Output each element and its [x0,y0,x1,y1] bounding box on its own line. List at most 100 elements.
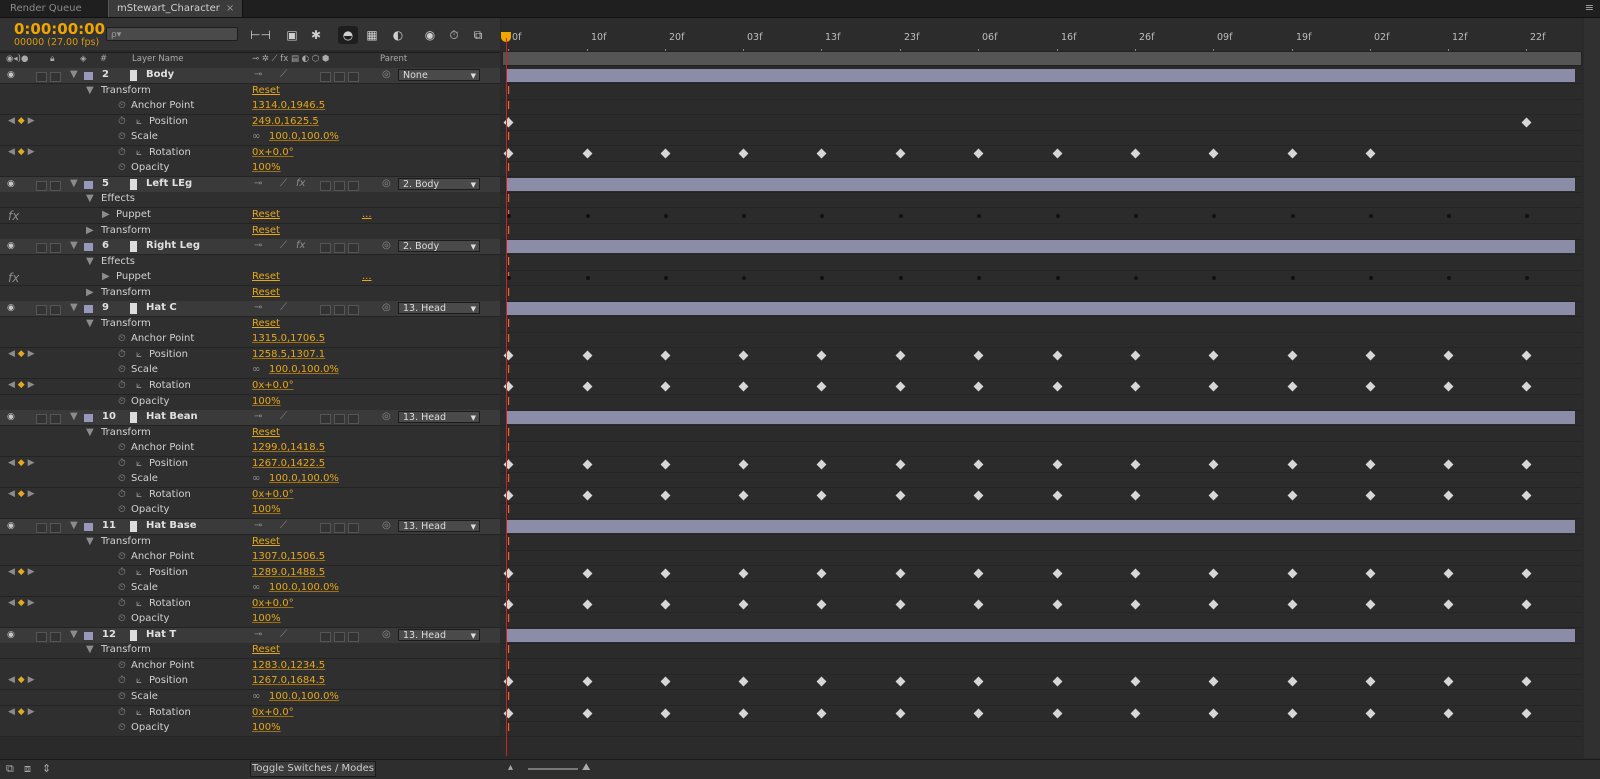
layer-duration-bar[interactable] [507,178,1575,191]
column-layer-name[interactable]: Layer Name [132,54,183,64]
keyframe-navigator[interactable]: ◀ ◆ ▶ [8,380,35,390]
keyframe-diamond[interactable] [1365,568,1376,579]
prev-keyframe-icon[interactable]: ◀ [8,567,15,577]
keyframe-diamond[interactable] [660,459,671,470]
layer-row[interactable]: ◉ ▼ 6 Right Leg ⊸ ⟋ fx ◎ 2. Body ▼ [0,239,500,255]
stopwatch-icon[interactable]: ⏲ [118,613,126,624]
hide-shy-layers-icon[interactable]: ✱ [306,26,326,44]
puppet-keyframe-marker[interactable] [1525,214,1529,218]
layer-row[interactable]: ◉ ▼ 10 Hat Bean ⊸ ⟋ ◎ 13. Head ▼ [0,410,500,426]
pick-whip-icon[interactable]: ◎ [382,302,391,313]
stopwatch-icon[interactable]: ⏲ [118,100,126,111]
expand-triangle-icon[interactable]: ▼ [86,536,94,547]
layer-row[interactable]: ◉ ▼ 12 Hat T ⊸ ⟋ ◎ 13. Head ▼ [0,628,500,644]
vertical-scrollbar[interactable] [1584,18,1600,758]
property-anchor-point[interactable]: Anchor Point [131,333,194,344]
stopwatch-icon[interactable]: ⏲ [118,722,126,733]
comp-flowchart-icon[interactable]: ⧉ [6,762,14,776]
layer-name[interactable]: Hat Bean [146,411,198,422]
effect-switch-icon[interactable]: fx [296,178,305,189]
keyframe-diamond[interactable] [1365,599,1376,610]
property-row[interactable]: ▼ Transform Reset [0,535,500,551]
keyframe-diamond[interactable] [1130,381,1141,392]
keyframe-diamond[interactable] [1130,676,1141,687]
expand-triangle-icon[interactable]: ▼ [86,256,94,267]
keyframe-diamond[interactable] [895,490,906,501]
keyframe-diamond[interactable] [1443,599,1454,610]
layer-switch-box[interactable] [348,305,359,315]
keyframe-diamond[interactable] [1521,676,1532,687]
property-scale[interactable]: Scale [131,473,158,484]
keyframe-navigator[interactable]: ◀ ◆ ▶ [8,567,35,577]
keyframe-diamond[interactable] [1287,599,1298,610]
keyframe-diamond[interactable] [1130,599,1141,610]
keyframe-diamond[interactable] [1287,459,1298,470]
keyframe-diamond[interactable] [582,381,593,392]
stopwatch-icon[interactable]: ⏱ [118,147,126,158]
next-keyframe-icon[interactable]: ▶ [28,489,35,499]
puppet-keyframe-marker[interactable] [1291,276,1295,280]
visibility-eye-icon[interactable]: ◉ [7,303,17,313]
stopwatch-icon[interactable]: ⏱ [118,380,126,391]
pick-whip-icon[interactable]: ◎ [382,178,391,189]
keyframe-diamond[interactable] [582,599,593,610]
stopwatch-icon[interactable]: ⏲ [118,582,126,593]
layer-switch-box[interactable] [334,305,345,315]
property-row[interactable]: ▼ Effects [0,192,500,208]
property-value[interactable]: 100.0,100.0% [269,582,339,593]
keyframe-diamond[interactable] [1208,676,1219,687]
keyframe-diamond[interactable] [1287,708,1298,719]
keyframe-diamond[interactable] [1130,708,1141,719]
reset-link[interactable]: Reset [252,271,280,282]
puppet-keyframe-marker[interactable] [977,214,981,218]
add-keyframe-icon[interactable]: ◆ [18,380,25,390]
property-row[interactable]: fx ▶ Puppet Reset... [0,270,500,286]
keyframe-diamond[interactable] [582,350,593,361]
visibility-eye-icon[interactable]: ◉ [7,521,17,531]
parent-select[interactable]: 13. Head ▼ [398,411,480,423]
property-anchor-point[interactable]: Anchor Point [131,100,194,111]
pick-whip-icon[interactable]: ◎ [382,69,391,80]
puppet-keyframe-marker[interactable] [1291,214,1295,218]
layer-switch-box[interactable] [334,523,345,533]
lock-switch[interactable] [50,243,61,253]
effect-options-link[interactable]: ... [362,209,372,220]
add-keyframe-icon[interactable]: ◆ [18,349,25,359]
keyframe-diamond[interactable] [1052,148,1063,159]
keyframe-diamond[interactable] [1208,381,1219,392]
parent-select[interactable]: None ▼ [398,69,480,81]
av-features-icon[interactable]: ◉◂)● [6,54,28,64]
puppet-keyframe-marker[interactable] [586,276,590,280]
property-row[interactable]: ▼ Transform Reset [0,317,500,333]
layer-name[interactable]: Hat Base [146,520,196,531]
label-color-chip[interactable] [84,181,93,189]
keyframe-diamond[interactable] [816,381,827,392]
property-opacity[interactable]: Opacity [131,396,169,407]
group-transform[interactable]: Transform [101,287,151,298]
property-scale[interactable]: Scale [131,582,158,593]
next-keyframe-icon[interactable]: ▶ [28,116,35,126]
puppet-keyframe-marker[interactable] [899,276,903,280]
keyframe-diamond[interactable] [738,148,749,159]
property-rotation[interactable]: Rotation [149,489,191,500]
keyframe-diamond[interactable] [582,459,593,470]
group-transform[interactable]: Transform [101,318,151,329]
keyframe-diamond[interactable] [973,148,984,159]
solo-switch[interactable] [36,72,47,82]
constrain-proportions-icon[interactable]: ∞ [252,364,260,375]
keyframe-diamond[interactable] [1365,459,1376,470]
property-value[interactable]: 100.0,100.0% [269,473,339,484]
stopwatch-icon[interactable]: ⏲ [118,691,126,702]
property-opacity[interactable]: Opacity [131,162,169,173]
property-scale[interactable]: Scale [131,691,158,702]
keyframe-diamond[interactable] [1521,350,1532,361]
keyframe-diamond[interactable] [660,381,671,392]
draft-3d-icon[interactable]: ▣ [282,26,302,44]
puppet-keyframe-marker[interactable] [507,214,511,218]
keyframe-diamond[interactable] [816,708,827,719]
property-value[interactable]: 100% [252,504,281,515]
constrain-proportions-icon[interactable]: ∞ [252,131,260,142]
keyframe-diamond[interactable] [1052,459,1063,470]
keyframe-diamond[interactable] [738,459,749,470]
stopwatch-icon[interactable]: ⏱ [118,489,126,500]
